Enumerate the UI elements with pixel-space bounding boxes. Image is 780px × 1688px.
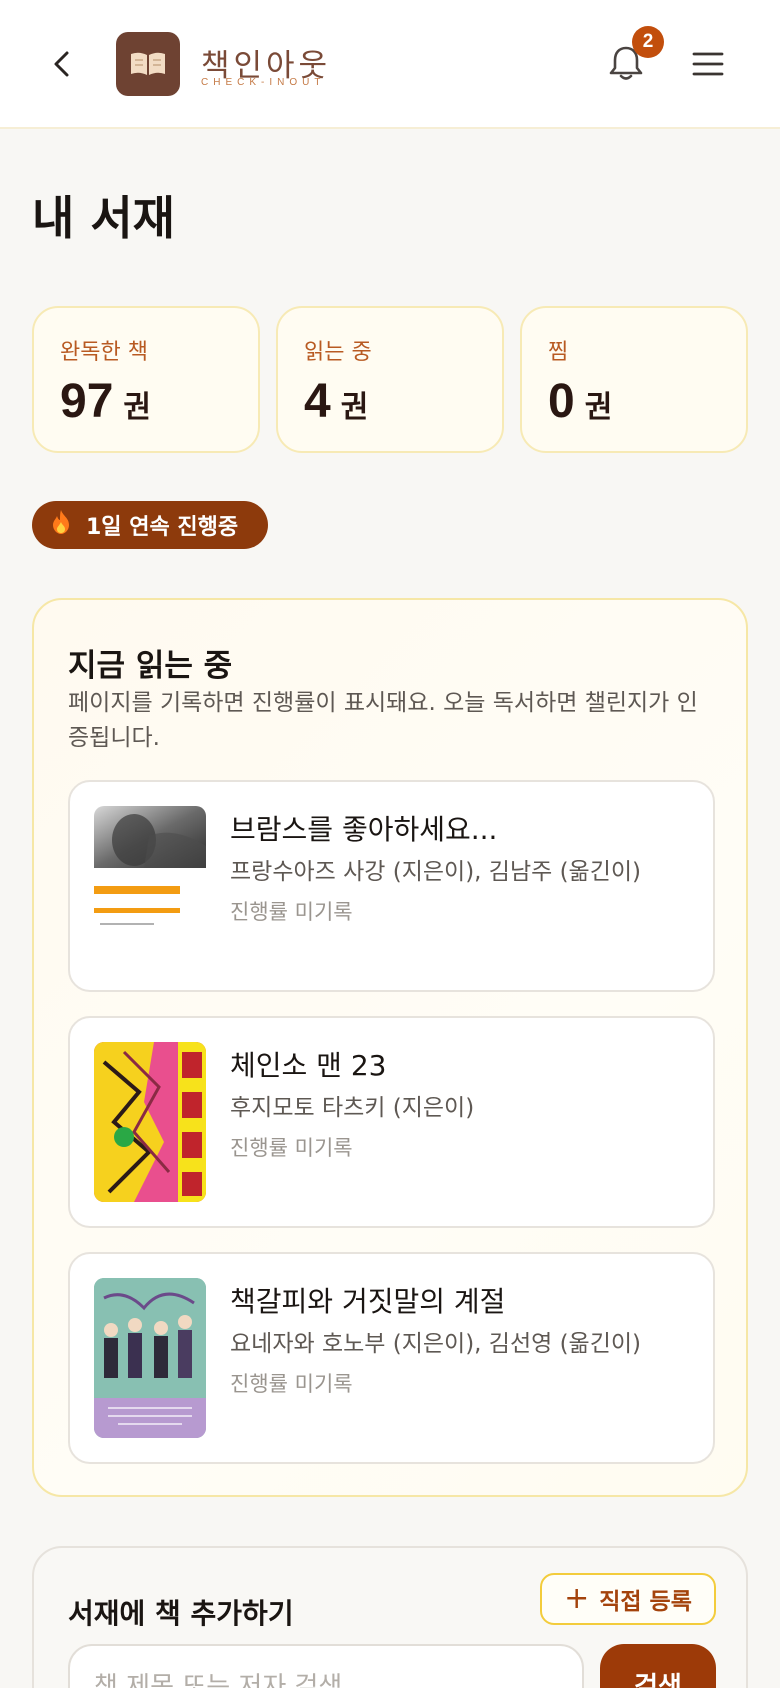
open-book-icon bbox=[131, 52, 165, 75]
stat-label: 완독한 책 bbox=[60, 340, 148, 365]
book-author: 프랑수아즈 사강 (지은이), 김남주 (옮긴이) bbox=[230, 859, 642, 885]
section-title: 서재에 책 추가하기 bbox=[68, 1597, 294, 1630]
book-author: 후지모토 타츠키 (지은이) bbox=[230, 1095, 475, 1121]
fire-icon bbox=[50, 509, 72, 541]
app-subtitle: CHECK-INOUT bbox=[201, 77, 326, 88]
logo[interactable] bbox=[116, 32, 180, 96]
stat-number: 97 bbox=[60, 375, 114, 428]
stat-label: 읽는 중 bbox=[304, 340, 372, 365]
stat-unit: 권 bbox=[123, 390, 151, 425]
book-card[interactable]: 체인소 맨 23 후지모토 타츠키 (지은이) 진행률 미기록 bbox=[68, 1016, 715, 1228]
stat-card-reading[interactable]: 읽는 중 4 권 bbox=[276, 306, 504, 453]
book-card[interactable]: 책갈피와 거짓말의 계절 요네자와 호노부 (지은이), 김선영 (옮긴이) 진… bbox=[68, 1252, 715, 1464]
stat-number: 0 bbox=[548, 375, 575, 428]
direct-register-label: 직접 등록 bbox=[599, 1589, 692, 1615]
stat-card-finished[interactable]: 완독한 책 97 권 bbox=[32, 306, 260, 453]
streak-label: 1일 연속 진행중 bbox=[86, 515, 239, 540]
add-book-section: 서재에 책 추가하기 + 직접 등록 책 제목 또는 저자 검색 검색 bbox=[32, 1546, 748, 1688]
chevron-left-icon bbox=[54, 51, 69, 77]
back-button[interactable] bbox=[44, 44, 80, 84]
notification-badge: 2 bbox=[632, 26, 664, 58]
section-title: 지금 읽는 중 bbox=[68, 648, 233, 684]
book-progress: 진행률 미기록 bbox=[230, 1136, 353, 1160]
stat-value: 0 권 bbox=[548, 374, 612, 429]
streak-badge: 1일 연속 진행중 bbox=[32, 501, 268, 549]
stat-unit: 권 bbox=[340, 390, 369, 425]
section-description: 페이지를 기록하면 진행률이 표시돼요. 오늘 독서하면 챌린지가 인증됩니다. bbox=[68, 690, 698, 751]
direct-register-button[interactable]: + 직접 등록 bbox=[540, 1573, 716, 1625]
hamburger-menu-icon bbox=[692, 52, 724, 76]
book-progress: 진행률 미기록 bbox=[230, 1372, 353, 1396]
stat-unit: 권 bbox=[584, 390, 613, 425]
book-cover bbox=[94, 806, 206, 966]
book-progress: 진행률 미기록 bbox=[230, 900, 353, 924]
stat-card-wishlist[interactable]: 찜 0 권 bbox=[520, 306, 748, 453]
menu-button[interactable] bbox=[691, 48, 725, 80]
stat-number: 4 bbox=[304, 375, 331, 428]
app-header: 책인아웃 CHECK-INOUT 2 bbox=[0, 0, 780, 129]
book-cover bbox=[94, 1042, 206, 1202]
page-title: 내 서재 bbox=[32, 191, 175, 245]
stat-value: 97 권 bbox=[60, 374, 151, 429]
plus-icon: + bbox=[564, 1581, 590, 1616]
search-button[interactable]: 검색 bbox=[600, 1644, 716, 1688]
stat-value: 4 권 bbox=[304, 374, 368, 429]
book-cover bbox=[94, 1278, 206, 1438]
stat-label: 찜 bbox=[548, 340, 569, 365]
book-author: 요네자와 호노부 (지은이), 김선영 (옮긴이) bbox=[230, 1331, 642, 1357]
book-search-input[interactable]: 책 제목 또는 저자 검색 bbox=[68, 1644, 584, 1688]
book-card[interactable]: 브람스를 좋아하세요... 프랑수아즈 사강 (지은이), 김남주 (옮긴이) … bbox=[68, 780, 715, 992]
currently-reading-panel: 지금 읽는 중 페이지를 기록하면 진행률이 표시돼요. 오늘 독서하면 챌린지… bbox=[32, 598, 748, 1497]
book-title: 체인소 맨 23 bbox=[230, 1049, 387, 1082]
book-title: 브람스를 좋아하세요... bbox=[230, 813, 498, 846]
book-title: 책갈피와 거짓말의 계절 bbox=[230, 1285, 506, 1318]
